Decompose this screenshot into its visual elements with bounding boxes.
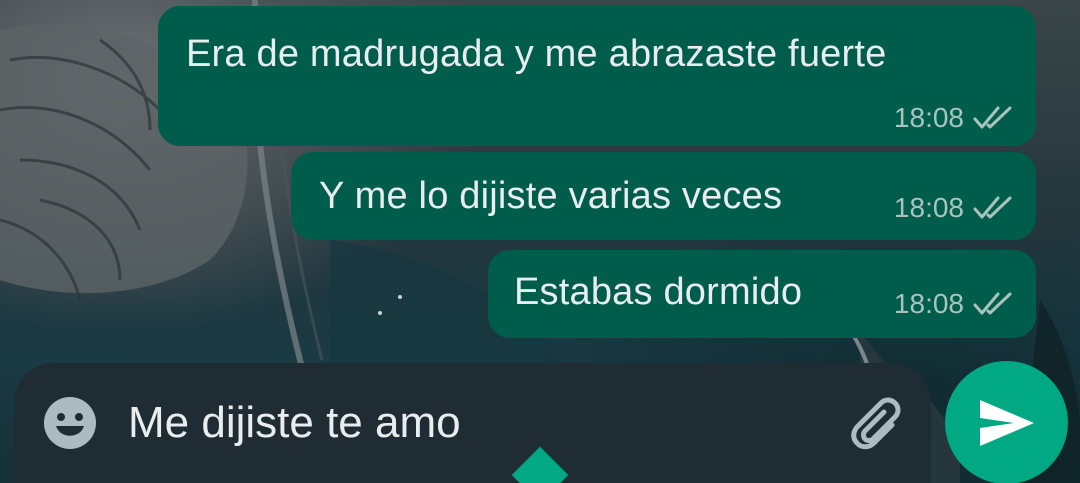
message-composer[interactable]: Me dijiste te amo bbox=[14, 363, 931, 483]
message-meta: 18:08 bbox=[894, 102, 1014, 134]
message-time: 18:08 bbox=[893, 192, 964, 223]
message-meta: 18:08 bbox=[894, 288, 1014, 320]
outgoing-message[interactable]: Era de madrugada y me abrazaste fuerte 1… bbox=[158, 6, 1036, 146]
emoji-icon[interactable] bbox=[40, 393, 100, 453]
message-time: 18:08 bbox=[893, 102, 964, 133]
send-button[interactable] bbox=[945, 361, 1068, 483]
double-check-icon bbox=[972, 195, 1014, 221]
message-text: Estabas dormido bbox=[514, 271, 803, 313]
double-check-icon bbox=[972, 291, 1014, 317]
send-icon bbox=[980, 400, 1034, 446]
paperclip-icon[interactable] bbox=[844, 393, 906, 455]
outgoing-message[interactable]: Estabas dormido 18:08 bbox=[488, 250, 1036, 338]
message-text: Y me lo dijiste varias veces bbox=[319, 175, 783, 217]
outgoing-message[interactable]: Y me lo dijiste varias veces 18:08 bbox=[291, 152, 1036, 240]
message-text: Era de madrugada y me abrazaste fuerte bbox=[186, 33, 887, 75]
double-check-icon bbox=[972, 105, 1014, 131]
message-input[interactable]: Me dijiste te amo bbox=[128, 397, 461, 449]
message-meta: 18:08 bbox=[894, 192, 1014, 224]
message-time: 18:08 bbox=[893, 288, 964, 319]
